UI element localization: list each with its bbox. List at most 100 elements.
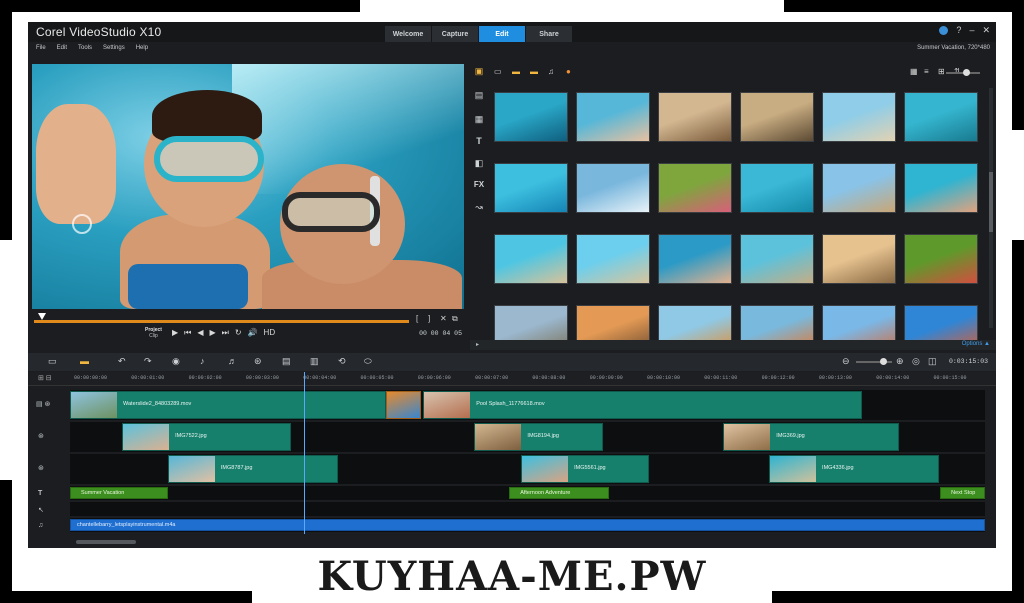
mark-in-button[interactable]: [ [416, 314, 418, 323]
voice-track[interactable] [70, 502, 985, 516]
library-thumbnail-splash[interactable] [576, 163, 650, 213]
scrub-track[interactable] [34, 320, 409, 323]
timeline-scrollbar[interactable] [76, 540, 136, 544]
library-thumbnail-kayak[interactable] [658, 305, 732, 340]
list-view-icon[interactable]: ≡ [924, 67, 929, 76]
storyboard-view-icon[interactable]: ▭ [48, 356, 57, 367]
fit-project-icon[interactable]: ◎ [912, 356, 920, 367]
library-thumbnail-sky-sail[interactable] [822, 305, 896, 340]
end-icon[interactable]: ⏭ [222, 328, 229, 338]
library-thumbnail-beach-lie[interactable] [658, 92, 732, 142]
overlay-clip[interactable]: IMG7522.jpg [122, 423, 292, 451]
library-thumbnail-palms[interactable] [494, 305, 568, 340]
grid-view-icon[interactable]: ⊞ [938, 67, 945, 76]
multicam-icon[interactable]: ▥ [310, 356, 319, 367]
play-icon[interactable]: ▶ [172, 328, 178, 338]
menu-settings[interactable]: Settings [103, 45, 125, 51]
auto-music-icon[interactable]: ♬ [228, 356, 237, 366]
overlay-clip[interactable]: IMG5561.jpg [521, 455, 650, 483]
title-clip[interactable]: Next Stop [940, 487, 985, 499]
library-thumbnail-diving[interactable] [740, 163, 814, 213]
overlay-clip[interactable]: IMG4336.jpg [769, 455, 940, 483]
library-thumbnail-girl-pool[interactable] [576, 92, 650, 142]
next-frame-icon[interactable]: ▶ [210, 328, 216, 338]
photo-filter-icon[interactable]: ▬ [530, 67, 538, 76]
transition-icon[interactable]: ▦ [473, 114, 485, 126]
subtitle-icon[interactable]: ▤ [282, 356, 291, 367]
minimize-button[interactable]: – [969, 25, 974, 36]
zoom-in-icon[interactable]: ⊕ [896, 356, 904, 367]
overlay-clip[interactable]: IMG8194.jpg [474, 423, 603, 451]
mixer-icon[interactable]: ♪ [200, 356, 205, 366]
library-thumbnail-kite[interactable] [904, 305, 978, 340]
library-thumbnail-beach-kids[interactable] [740, 92, 814, 142]
title-icon[interactable]: T [473, 136, 485, 148]
library-thumbnail-pool-float[interactable] [494, 163, 568, 213]
timeline-timecode[interactable]: 0:03:15:03 [949, 358, 988, 365]
library-thumbnail-cartwheel[interactable] [822, 92, 896, 142]
timeline-playhead[interactable] [304, 372, 305, 534]
tab-edit[interactable]: Edit [479, 26, 526, 42]
redo-icon[interactable]: ↷ [144, 356, 152, 367]
video-track-icon[interactable]: ▤ ⊛ [36, 400, 50, 408]
prev-frame-icon[interactable]: ◀ [197, 328, 203, 338]
close-button[interactable]: ✕ [982, 25, 990, 36]
scrubber[interactable]: [ ] ✕ ⧉ [32, 310, 464, 324]
menu-help[interactable]: Help [136, 45, 148, 51]
title-track-icon[interactable]: T [38, 490, 42, 497]
help-button[interactable]: ? [956, 25, 961, 36]
thumb-view-icon[interactable]: ▦ [910, 67, 918, 76]
title-clip[interactable]: Summer Vacation [70, 487, 168, 499]
title-clip[interactable]: Afternoon Adventure [509, 487, 609, 499]
preview-timecode[interactable]: 00 00 04 05 [419, 330, 462, 337]
menu-tools[interactable]: Tools [78, 45, 92, 51]
tab-share[interactable]: Share [526, 26, 573, 42]
library-thumbnail-grass-kid[interactable] [904, 234, 978, 284]
library-thumbnail-sunset-jump[interactable] [822, 234, 896, 284]
overlay-track-1-icon[interactable]: ⊛ [38, 432, 44, 440]
library-scrollbar-thumb[interactable] [989, 172, 993, 232]
repeat-icon[interactable]: ↻ [235, 328, 242, 338]
graphic-icon[interactable]: ◧ [473, 158, 485, 170]
volume-icon[interactable]: 🔊 [248, 328, 258, 338]
library-thumbnail-garden-girl[interactable] [658, 163, 732, 213]
scrub-handle[interactable] [38, 313, 46, 320]
library-thumbnail-snorkel-kid[interactable] [904, 163, 978, 213]
overlay-clip[interactable]: IMG369.jpg [723, 423, 899, 451]
mark-out-button[interactable]: ] [428, 314, 430, 323]
cut-icon[interactable]: ✕ [440, 314, 447, 323]
music-track-icon[interactable]: ♫ [38, 522, 43, 529]
video-clip[interactable] [385, 391, 422, 419]
library-thumbnail-sunset-walk[interactable] [576, 305, 650, 340]
tab-welcome[interactable]: Welcome [385, 26, 432, 42]
menu-edit[interactable]: Edit [57, 45, 67, 51]
motion-track-icon[interactable]: ⊛ [254, 356, 262, 367]
enlarge-icon[interactable]: ⧉ [452, 314, 458, 324]
library-thumbnail-jumping-sand[interactable] [822, 163, 896, 213]
time-remap-icon[interactable]: ⟲ [338, 356, 346, 367]
timeline-view-icon[interactable]: ▬ [80, 356, 89, 366]
library-thumbnail-underwater-pair[interactable] [904, 92, 978, 142]
path-icon[interactable]: ↝ [473, 202, 485, 214]
voice-track-icon[interactable]: ↖ [38, 506, 44, 514]
library-thumbnail-girl-sea[interactable] [494, 234, 568, 284]
tab-capture[interactable]: Capture [432, 26, 479, 42]
fit-window-icon[interactable]: ◫ [928, 356, 937, 367]
timeline-ruler[interactable]: ⊞ ⊟ 00:00:00:00 00:00:01:00 00:00:02:00 00:… [28, 372, 996, 386]
zoom-out-icon[interactable]: ⊖ [842, 356, 850, 367]
fx-icon[interactable]: FX [473, 180, 485, 192]
menu-file[interactable]: File [36, 45, 46, 51]
hd-button[interactable]: HD [264, 328, 276, 338]
library-thumbnail-pool-boys[interactable] [658, 234, 732, 284]
overlay-clip[interactable]: IMG8787.jpg [167, 455, 339, 483]
preview-window[interactable] [32, 64, 464, 309]
audio-filter-icon[interactable]: ♫ [548, 67, 554, 76]
home-icon[interactable]: ⏮ [184, 328, 191, 338]
undo-icon[interactable]: ↶ [118, 356, 126, 367]
overlay-track-2-icon[interactable]: ⊛ [38, 464, 44, 472]
record-icon[interactable]: ◉ [172, 356, 180, 367]
thumb-size-knob[interactable] [963, 69, 970, 76]
mask-icon[interactable]: ⬭ [364, 356, 372, 367]
globe-icon[interactable] [939, 26, 949, 35]
collapse-icon[interactable]: ▸ [476, 341, 479, 348]
